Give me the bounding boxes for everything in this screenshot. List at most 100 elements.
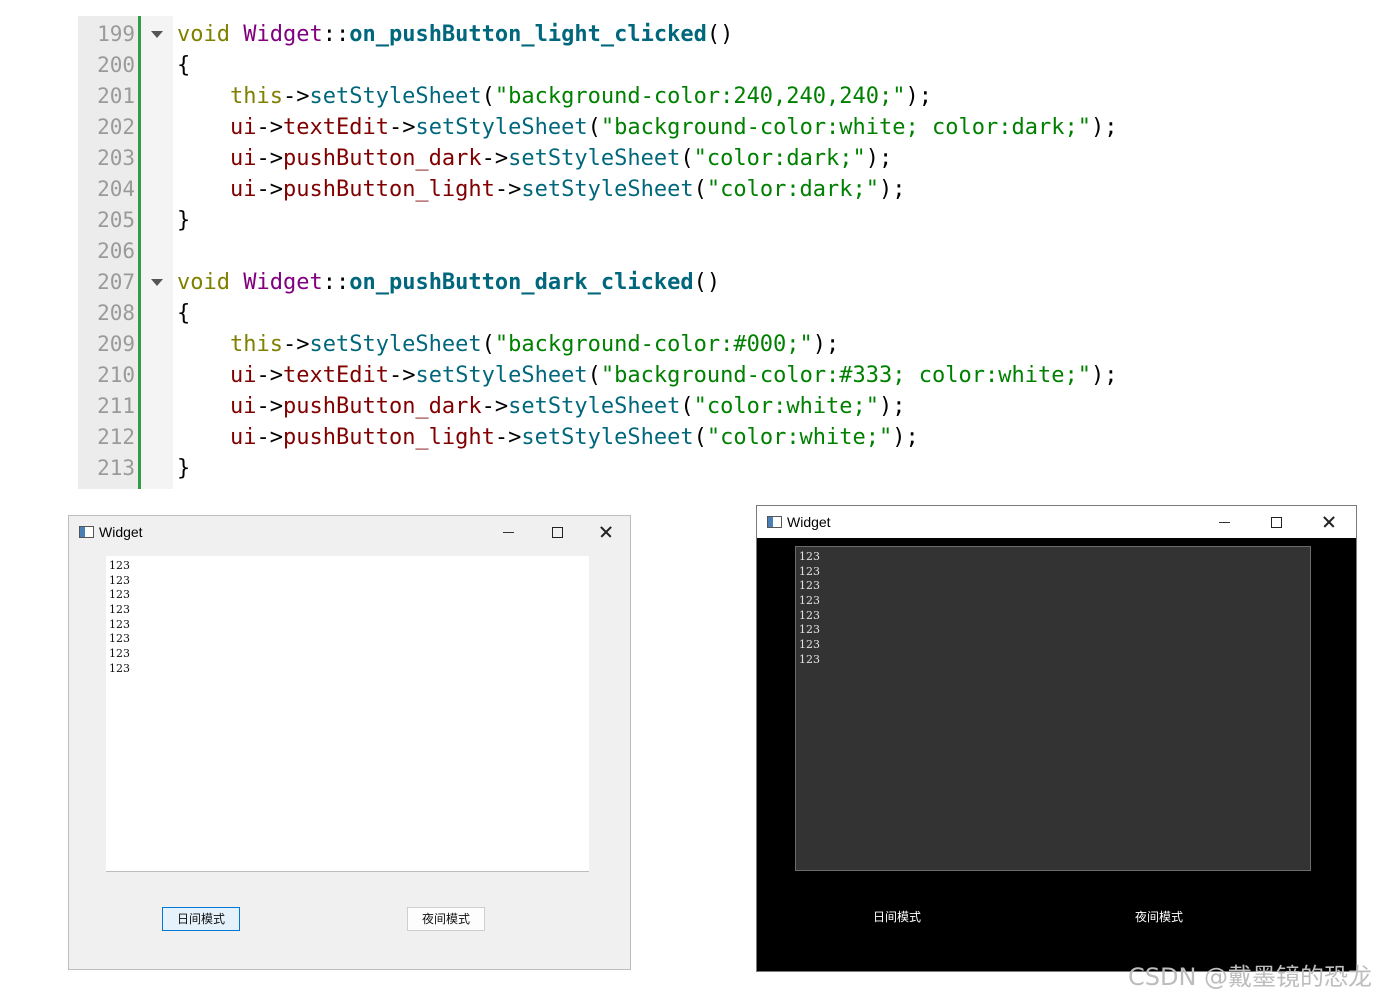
maximize-icon[interactable]	[547, 522, 567, 542]
line-number: 206	[97, 239, 135, 263]
text-line: 123	[109, 661, 130, 675]
code-line[interactable]: }	[177, 453, 190, 484]
code-token: {	[177, 301, 191, 326]
code-token: ui	[229, 177, 257, 202]
code-token: this	[229, 84, 283, 109]
code-token: );	[879, 394, 906, 419]
code-token: ->	[388, 363, 416, 388]
code-line[interactable]: ui->pushButton_light->setStyleSheet("col…	[177, 174, 906, 205]
code-token: );	[879, 177, 906, 202]
line-number: 200	[97, 53, 135, 77]
code-token: {	[177, 53, 191, 78]
code-line[interactable]: void Widget::on_pushButton_light_clicked…	[177, 19, 733, 50]
code-token: ui	[229, 363, 257, 388]
app-window-icon	[767, 516, 782, 528]
code-token: "background-color:#333; color:white;"	[600, 363, 1091, 388]
fold-arrow-icon[interactable]	[151, 279, 163, 286]
code-line[interactable]: }	[177, 205, 190, 236]
code-token: this	[229, 332, 283, 357]
code-token: );	[1090, 115, 1118, 140]
code-token: );	[1090, 363, 1118, 388]
line-number: 212	[97, 425, 135, 449]
code-token: ->	[282, 84, 310, 109]
window-titlebar[interactable]: Widget	[69, 516, 630, 548]
line-number: 208	[97, 301, 135, 325]
text-line: 123	[799, 652, 820, 666]
code-token: "background-color:#000;"	[494, 332, 813, 357]
code-token: setStyleSheet	[415, 363, 588, 388]
code-line[interactable]: ui->pushButton_light->setStyleSheet("col…	[177, 422, 919, 453]
app-window-icon	[79, 526, 94, 538]
code-token: (	[587, 363, 601, 388]
code-token: pushButton_dark	[282, 394, 482, 419]
dark-mode-window: Widget 123 123 123 123 123 123 123 123 日间模式 夜间模…	[756, 505, 1357, 972]
code-line[interactable]: ui->pushButton_dark->setStyleSheet("colo…	[177, 391, 906, 422]
line-number: 209	[97, 332, 135, 356]
code-token: Widget	[243, 22, 323, 47]
code-token: );	[812, 332, 840, 357]
day-mode-button[interactable]: 日间模式	[162, 907, 240, 931]
day-mode-button[interactable]: 日间模式	[857, 906, 937, 930]
code-line[interactable]: void Widget::on_pushButton_dark_clicked(…	[177, 267, 720, 298]
maximize-icon[interactable]	[1266, 512, 1286, 532]
code-token: "background-color:white; color:dark;"	[600, 115, 1091, 140]
code-line[interactable]: this->setStyleSheet("background-color:24…	[177, 81, 932, 112]
code-line[interactable]: ui->textEdit->setStyleSheet("background-…	[177, 112, 1117, 143]
code-token: pushButton_dark	[282, 146, 482, 171]
line-number: 204	[97, 177, 135, 201]
code-token: );	[905, 84, 933, 109]
line-number: 210	[97, 363, 135, 387]
night-mode-button[interactable]: 夜间模式	[1119, 906, 1199, 930]
code-line[interactable]: {	[177, 298, 190, 329]
code-token: ()	[693, 270, 721, 295]
code-token: on_pushButton_dark_clicked	[349, 270, 694, 295]
code-token: void	[177, 22, 230, 47]
text-edit[interactable]: 123 123 123 123 123 123 123 123	[795, 546, 1311, 871]
code-token: setStyleSheet	[508, 146, 681, 171]
text-line: 123	[109, 632, 130, 646]
line-number: 202	[97, 115, 135, 139]
line-number: 213	[97, 456, 135, 480]
line-number: 201	[97, 84, 135, 108]
code-token: ()	[706, 22, 734, 47]
minimize-icon[interactable]	[499, 522, 519, 542]
code-token: ui	[229, 146, 257, 171]
window-titlebar[interactable]: Widget	[757, 506, 1356, 538]
code-token: (	[680, 146, 694, 171]
code-line[interactable]: ui->pushButton_dark->setStyleSheet("colo…	[177, 143, 892, 174]
line-number: 207	[97, 270, 135, 294]
code-token: pushButton_light	[282, 425, 495, 450]
code-token: ->	[256, 177, 283, 202]
text-line: 123	[799, 564, 820, 578]
code-token: setStyleSheet	[521, 177, 694, 202]
text-edit[interactable]: 123 123 123 123 123 123 123 123	[106, 556, 589, 872]
code-line[interactable]: {	[177, 50, 190, 81]
code-token: ->	[494, 177, 522, 202]
text-line: 123	[799, 579, 820, 593]
line-number: 211	[97, 394, 135, 418]
close-icon[interactable]	[596, 522, 616, 542]
light-mode-window: Widget 123 123 123 123 123 123 123 123 日间模式 夜间模…	[68, 515, 631, 970]
night-mode-button[interactable]: 夜间模式	[407, 907, 485, 931]
code-token: ->	[256, 363, 283, 388]
code-line[interactable]: ui->textEdit->setStyleSheet("background-…	[177, 360, 1117, 391]
code-token: );	[892, 425, 919, 450]
close-icon[interactable]	[1319, 512, 1339, 532]
code-token: ->	[481, 394, 509, 419]
code-token: ::	[322, 22, 350, 47]
fold-column	[141, 16, 173, 489]
code-line[interactable]: this->setStyleSheet("background-color:#0…	[177, 329, 839, 360]
minimize-icon[interactable]	[1215, 512, 1235, 532]
code-token: setStyleSheet	[309, 332, 482, 357]
code-token: (	[481, 332, 495, 357]
code-token: ->	[388, 115, 416, 140]
code-token: ui	[229, 394, 257, 419]
fold-arrow-icon[interactable]	[151, 31, 163, 38]
